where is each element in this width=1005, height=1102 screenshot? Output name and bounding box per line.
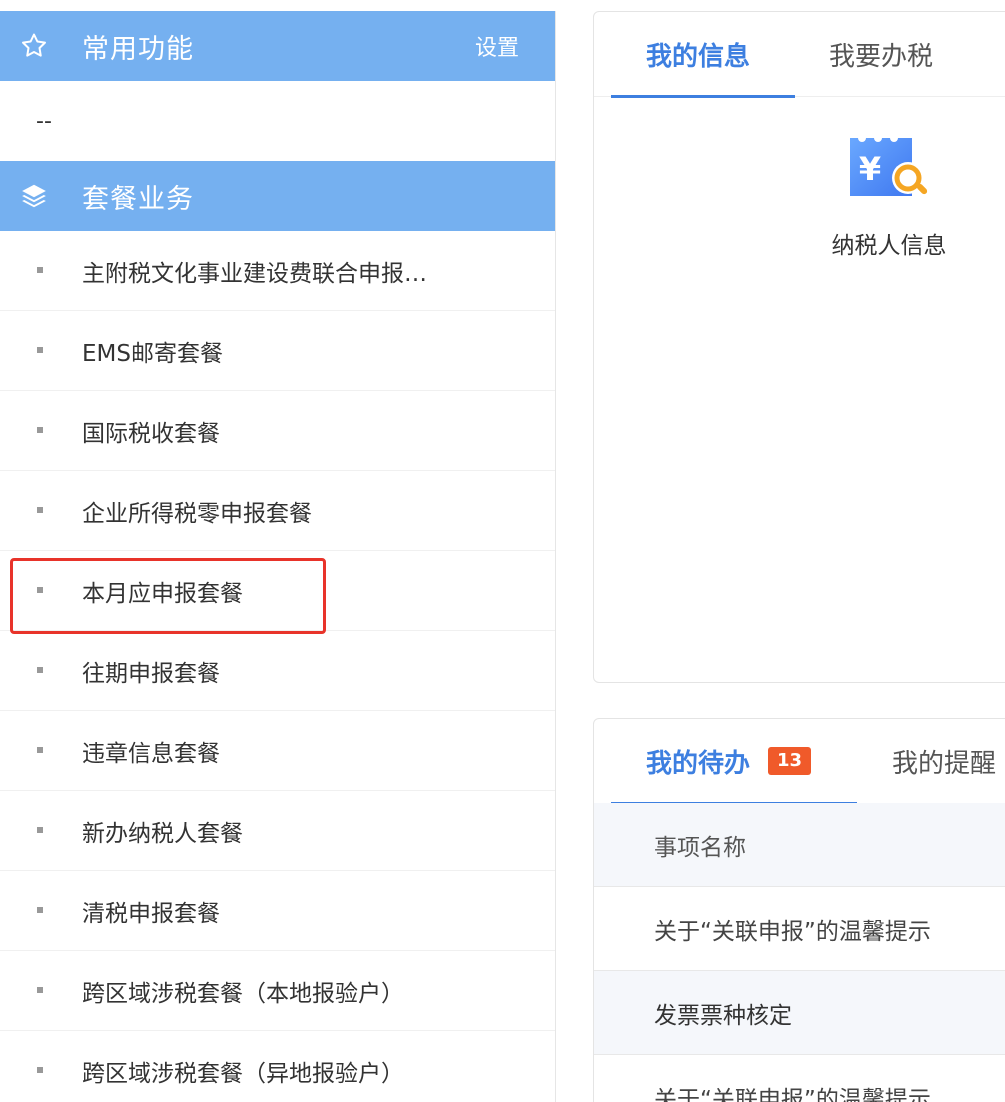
packages-title: 套餐业务 <box>82 183 194 215</box>
package-item[interactable]: 跨区域涉税套餐（异地报验户） <box>0 1031 555 1102</box>
package-label: 跨区域涉税套餐（本地报验户） <box>82 980 404 1007</box>
bullet-icon <box>37 1067 43 1073</box>
table-header: 事项名称 <box>594 803 1005 887</box>
row-item-name: 关于“关联申报”的温馨提示 <box>654 1086 931 1102</box>
package-item[interactable]: EMS邮寄套餐 <box>0 311 555 391</box>
package-item[interactable]: 新办纳税人套餐 <box>0 791 555 871</box>
layers-icon <box>18 180 50 212</box>
package-item[interactable]: 违章信息套餐 <box>0 711 555 791</box>
table-row[interactable]: 关于“关联申报”的温馨提示 <box>594 1055 1005 1102</box>
package-item-current-month[interactable]: 本月应申报套餐 <box>0 551 555 631</box>
package-item[interactable]: 清税申报套餐 <box>0 871 555 951</box>
todo-tabs: 我的待办 13 我的提醒 <box>594 719 1005 805</box>
taxpayer-info-tile[interactable]: ¥ 纳税人信息 <box>814 132 964 260</box>
tab-my-info[interactable]: 我的信息 <box>646 12 750 96</box>
tab-my-todo-label: 我的待办 <box>646 748 751 779</box>
package-label: 主附税文化事业建设费联合申报… <box>82 260 427 287</box>
package-label: EMS邮寄套餐 <box>82 340 223 367</box>
info-tabs: 我的信息 我要办税 <box>594 12 1005 98</box>
tab-my-reminders[interactable]: 我的提醒 <box>892 719 996 803</box>
bullet-icon <box>37 587 43 593</box>
bullet-icon <box>37 507 43 513</box>
tab-my-todo[interactable]: 我的待办 13 <box>646 719 812 803</box>
page: 常用功能 设置 -- 套餐业务 主附税文化事业建设费联合申报… EMS邮寄套餐 … <box>0 0 1005 1102</box>
bullet-icon <box>37 267 43 273</box>
settings-link[interactable]: 设置 <box>475 30 519 62</box>
svg-text:¥: ¥ <box>859 150 881 188</box>
packages-header: 套餐业务 <box>0 161 555 231</box>
table-row[interactable]: 发票票种核定 <box>594 971 1005 1055</box>
star-icon <box>18 30 50 62</box>
package-list: 主附税文化事业建设费联合申报… EMS邮寄套餐 国际税收套餐 企业所得税零申报套… <box>0 231 555 1102</box>
favorites-header: 常用功能 设置 <box>0 11 555 81</box>
bullet-icon <box>37 827 43 833</box>
bullet-icon <box>37 667 43 673</box>
bullet-icon <box>37 907 43 913</box>
column-header-item-name: 事项名称 <box>654 834 746 861</box>
bullet-icon <box>37 347 43 353</box>
package-label: 企业所得税零申报套餐 <box>82 500 312 527</box>
row-item-name: 发票票种核定 <box>654 1002 792 1029</box>
favorites-empty: -- <box>36 108 52 134</box>
taxpayer-info-icon: ¥ <box>846 132 932 204</box>
todo-panel: 我的待办 13 我的提醒 事项名称 关于“关联申报”的温馨提示 发票票种核定 关… <box>593 718 1005 1102</box>
package-item[interactable]: 跨区域涉税套餐（本地报验户） <box>0 951 555 1031</box>
my-info-panel: 我的信息 我要办税 ¥ 纳税人信息 <box>593 11 1005 683</box>
package-item[interactable]: 往期申报套餐 <box>0 631 555 711</box>
package-item[interactable]: 企业所得税零申报套餐 <box>0 471 555 551</box>
package-label: 本月应申报套餐 <box>82 580 243 607</box>
taxpayer-info-label: 纳税人信息 <box>831 233 947 259</box>
package-label: 违章信息套餐 <box>82 740 220 767</box>
sidebar: 常用功能 设置 -- 套餐业务 主附税文化事业建设费联合申报… EMS邮寄套餐 … <box>0 11 556 1102</box>
package-label: 新办纳税人套餐 <box>82 820 243 847</box>
package-item[interactable]: 主附税文化事业建设费联合申报… <box>0 231 555 311</box>
package-item[interactable]: 国际税收套餐 <box>0 391 555 471</box>
todo-count-badge: 13 <box>768 747 812 775</box>
favorites-title: 常用功能 <box>82 33 194 65</box>
bullet-icon <box>37 747 43 753</box>
tab-tax-handling[interactable]: 我要办税 <box>829 12 933 96</box>
package-label: 国际税收套餐 <box>82 420 220 447</box>
row-item-name: 关于“关联申报”的温馨提示 <box>654 918 931 945</box>
bullet-icon <box>37 427 43 433</box>
package-label: 清税申报套餐 <box>82 900 220 927</box>
table-row[interactable]: 关于“关联申报”的温馨提示 <box>594 887 1005 971</box>
todo-table: 事项名称 关于“关联申报”的温馨提示 发票票种核定 关于“关联申报”的温馨提示 <box>594 803 1005 1102</box>
package-label: 跨区域涉税套餐（异地报验户） <box>82 1060 404 1087</box>
package-label: 往期申报套餐 <box>82 660 220 687</box>
tab-underline <box>611 95 795 98</box>
bullet-icon <box>37 987 43 993</box>
